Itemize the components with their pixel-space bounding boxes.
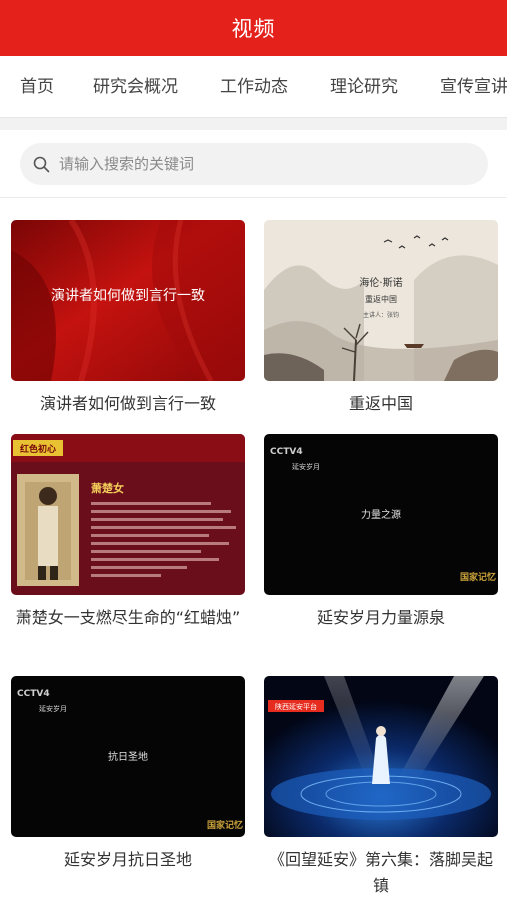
- thumbnail-subheading: 重返中国: [365, 294, 397, 304]
- video-card[interactable]: CCTV4 延安岁月 抗日圣地 国家记忆 延安岁月抗日圣地: [11, 676, 245, 873]
- video-card[interactable]: 陕西延安平台 《回望延安》第六集：落脚吴起镇: [264, 676, 498, 899]
- video-card[interactable]: 海伦·斯诺 重返中国 主讲人：张钧 重返中国: [264, 220, 498, 417]
- video-title[interactable]: 演讲者如何做到言行一致: [11, 391, 245, 417]
- corner-watermark: 国家记忆: [460, 571, 496, 583]
- video-thumbnail[interactable]: 海伦·斯诺 重返中国 主讲人：张钧: [264, 220, 498, 381]
- top-bar: 视频: [0, 0, 507, 56]
- thumbnail-caption: 抗日圣地: [108, 750, 148, 763]
- video-card[interactable]: 演讲者如何做到言行一致 演讲者如何做到言行一致: [11, 220, 245, 417]
- search-box[interactable]: [20, 143, 488, 185]
- search-bar: [0, 130, 507, 198]
- channel-logo: CCTV4: [17, 689, 50, 699]
- video-card[interactable]: 红色初心 萧楚女 萧楚女一支燃尽生命的“红蜡烛”: [11, 434, 245, 631]
- thumbnail-name: 萧楚女: [91, 481, 124, 495]
- video-title[interactable]: 延安岁月力量源泉: [264, 605, 498, 631]
- section-divider: [0, 118, 507, 130]
- tab-about[interactable]: 研究会概况: [93, 56, 178, 117]
- channel-logo: CCTV4: [270, 447, 303, 457]
- page-title: 视频: [231, 17, 276, 41]
- thumbnail-credit: 主讲人：张钧: [363, 311, 399, 319]
- tab-work-news[interactable]: 工作动态: [220, 56, 288, 117]
- video-card[interactable]: CCTV4 延安岁月 力量之源 国家记忆 延安岁月力量源泉: [264, 434, 498, 631]
- thumbnail-caption: 力量之源: [361, 508, 401, 521]
- video-title[interactable]: 延安岁月抗日圣地: [11, 847, 245, 873]
- video-title[interactable]: 萧楚女一支燃尽生命的“红蜡烛”: [11, 605, 245, 631]
- thumbnail-series: 延安岁月: [39, 704, 67, 713]
- tab-theory[interactable]: 理论研究: [330, 56, 398, 117]
- video-title[interactable]: 《回望延安》第六集：落脚吴起镇: [264, 847, 498, 899]
- video-thumbnail[interactable]: CCTV4 延安岁月 力量之源 国家记忆: [264, 434, 498, 595]
- thumbnail-heading: 海伦·斯诺: [359, 276, 402, 289]
- video-thumbnail[interactable]: 演讲者如何做到言行一致: [11, 220, 245, 381]
- thumbnail-caption: 演讲者如何做到言行一致: [51, 288, 205, 304]
- tab-publicity[interactable]: 宣传宣讲: [440, 56, 507, 117]
- thumbnail-series: 延安岁月: [292, 462, 320, 471]
- corner-watermark: 国家记忆: [207, 819, 243, 831]
- thumbnail-badge: 陕西延安平台: [275, 702, 317, 711]
- tab-home[interactable]: 首页: [20, 56, 54, 117]
- video-title[interactable]: 重返中国: [264, 391, 498, 417]
- video-thumbnail[interactable]: 红色初心 萧楚女: [11, 434, 245, 595]
- thumbnail-badge: 红色初心: [20, 443, 56, 455]
- video-thumbnail[interactable]: 陕西延安平台: [264, 676, 498, 837]
- search-icon: [33, 155, 51, 173]
- category-tabs: 首页 研究会概况 工作动态 理论研究 宣传宣讲: [0, 56, 507, 118]
- search-input[interactable]: [59, 155, 439, 173]
- video-thumbnail[interactable]: CCTV4 延安岁月 抗日圣地 国家记忆: [11, 676, 245, 837]
